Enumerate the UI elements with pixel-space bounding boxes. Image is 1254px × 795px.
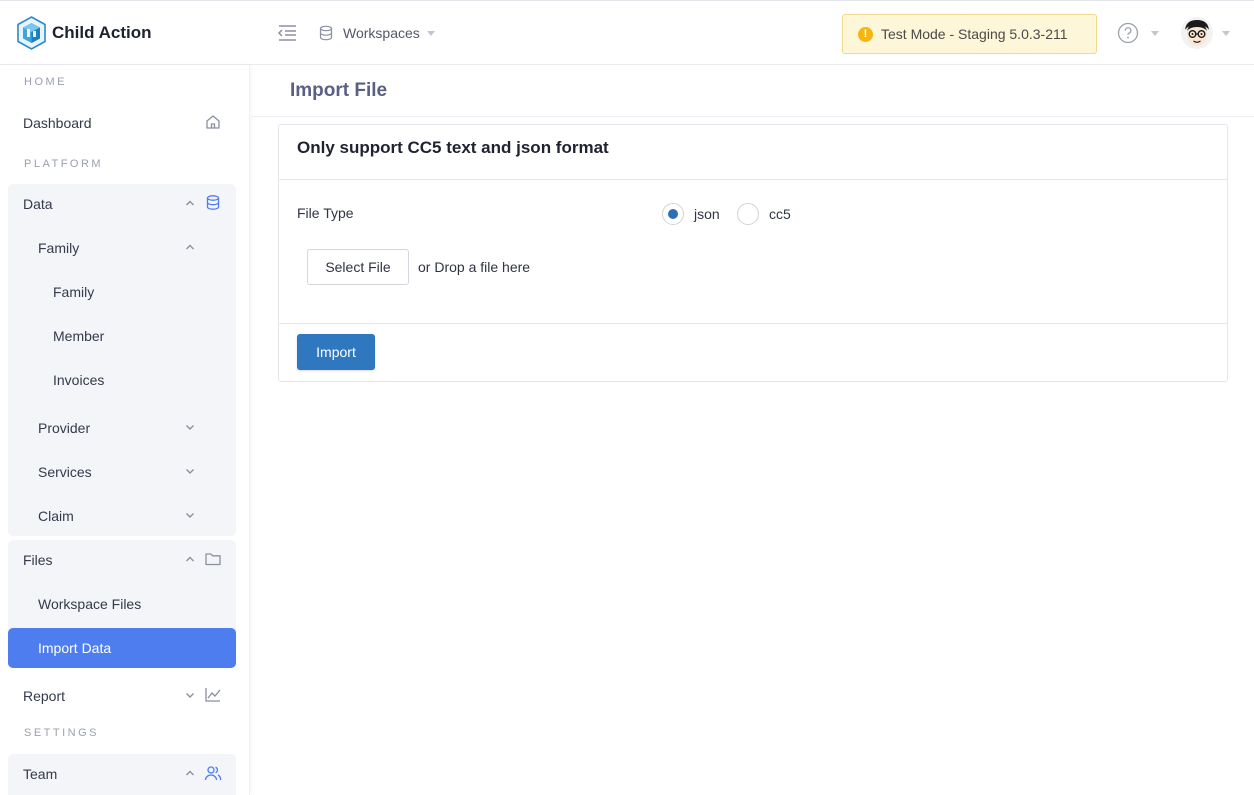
sidebar-item-label: Invoices [53, 372, 105, 388]
sidebar: HOME Dashboard PLATFORM Data Family Fami… [0, 65, 250, 795]
chevron-up-icon [186, 200, 194, 206]
sidebar-item-team[interactable]: Team [8, 754, 236, 794]
chevron-down-icon [1222, 30, 1230, 36]
page-title: Import File [290, 80, 388, 101]
user-menu[interactable] [1180, 16, 1230, 50]
sidebar-item-label: Data [23, 196, 53, 212]
test-mode-text: Test Mode - Staging 5.0.3-211 [881, 26, 1068, 42]
card-title: Only support CC5 text and json format [297, 138, 609, 157]
chevron-down-icon [1151, 30, 1159, 36]
radio-button[interactable] [662, 203, 684, 225]
sidebar-item-label: Family [53, 284, 95, 300]
radio-cc5[interactable]: cc5 [737, 203, 791, 225]
chevron-down-icon [186, 513, 194, 518]
chevron-down-icon [186, 425, 194, 430]
sidebar-item-import-data[interactable]: Import Data [8, 628, 236, 668]
home-icon [206, 115, 220, 129]
sidebar-item-files[interactable]: Files [8, 540, 236, 580]
sidebar-item-invoices[interactable]: Invoices [8, 360, 236, 400]
sidebar-item-label: Team [23, 766, 58, 782]
chevron-up-icon [186, 244, 194, 250]
chevron-down-icon [426, 30, 435, 36]
sidebar-item-member[interactable]: Member [8, 316, 236, 356]
sidebar-item-label: Claim [38, 508, 74, 524]
database-icon [206, 195, 220, 210]
sidebar-item-report[interactable]: Report [8, 676, 236, 716]
section-title-home: HOME [24, 76, 67, 88]
avatar-icon [1181, 17, 1213, 49]
sidebar-item-label: Dashboard [23, 115, 92, 131]
sidebar-item-data[interactable]: Data [8, 184, 236, 224]
sidebar-item-provider[interactable]: Provider [8, 408, 236, 448]
import-button[interactable]: Import [297, 334, 375, 370]
sidebar-item-workspace-files[interactable]: Workspace Files [8, 584, 236, 624]
chevron-down-icon [186, 469, 194, 474]
sidebar-item-label: Member [53, 328, 105, 344]
card-header: Only support CC5 text and json format [279, 125, 1227, 180]
chevron-up-icon [186, 556, 194, 562]
sidebar-item-claim[interactable]: Claim [8, 496, 236, 536]
sidebar-item-services[interactable]: Services [8, 452, 236, 492]
brand-name: Child Action [52, 23, 152, 42]
menu-fold-icon[interactable] [277, 23, 298, 43]
radio-json[interactable]: json [662, 203, 720, 225]
folder-icon [205, 553, 221, 566]
section-title-platform: PLATFORM [24, 158, 104, 170]
sidebar-item-label: Files [23, 552, 53, 568]
select-file-button[interactable]: Select File [307, 249, 409, 285]
sidebar-item-label: Services [38, 464, 92, 480]
test-mode-badge: ! Test Mode - Staging 5.0.3-211 [842, 14, 1097, 54]
sidebar-item-family-group[interactable]: Family [8, 228, 236, 268]
radio-button[interactable] [737, 203, 759, 225]
users-icon [204, 766, 222, 781]
chevron-up-icon [186, 770, 194, 776]
sidebar-item-label: Workspace Files [38, 596, 142, 612]
workspaces-dropdown[interactable]: Workspaces [318, 23, 435, 43]
warning-icon: ! [858, 26, 873, 42]
top-bar: Child Action Workspaces ! Test Mode - St… [0, 0, 1254, 65]
sidebar-item-dashboard[interactable]: Dashboard [8, 103, 236, 143]
sidebar-item-label: Report [23, 688, 66, 704]
import-card: Only support CC5 text and json format Fi… [278, 124, 1228, 382]
page-header: Import File [251, 65, 1254, 117]
brand[interactable]: Child Action [16, 16, 151, 50]
file-type-label: File Type [297, 205, 354, 221]
radio-label: cc5 [769, 206, 791, 222]
sidebar-item-label: Family [38, 240, 80, 256]
sidebar-item-label: Provider [38, 420, 91, 436]
sidebar-item-family[interactable]: Family [8, 272, 236, 312]
section-title-settings: SETTINGS [24, 727, 100, 739]
radio-label: json [694, 206, 720, 222]
database-icon [319, 25, 333, 41]
chevron-down-icon [186, 693, 194, 698]
sidebar-item-label: Import Data [38, 640, 112, 656]
workspaces-label: Workspaces [343, 25, 420, 41]
drop-zone-text[interactable]: or Drop a file here [418, 259, 530, 275]
help-circle-icon [1117, 22, 1139, 44]
brand-logo-icon [17, 16, 46, 50]
card-divider [279, 323, 1227, 324]
line-chart-icon [205, 688, 221, 702]
radio-selected-dot [668, 209, 678, 219]
help-button[interactable] [1117, 22, 1159, 44]
